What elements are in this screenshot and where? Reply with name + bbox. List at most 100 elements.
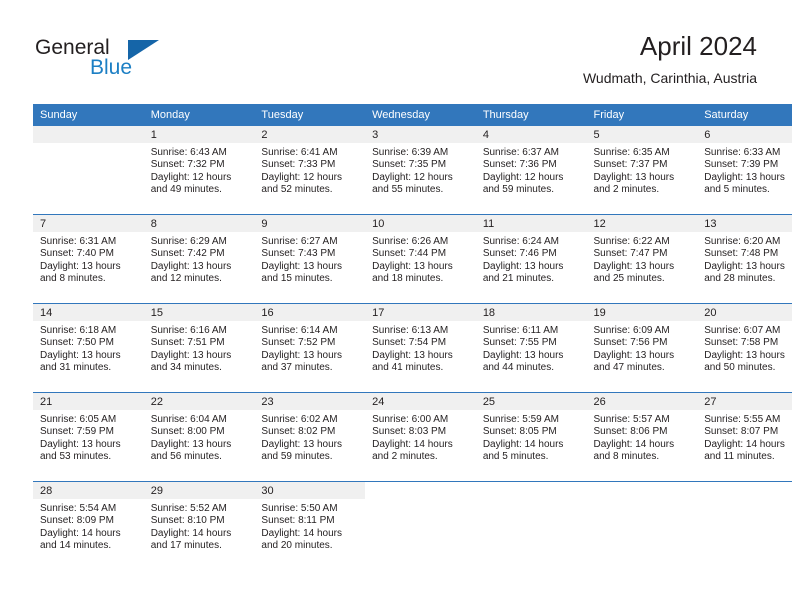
detail-sunrise: Sunrise: 5:52 AM [150,503,227,514]
calendar-cell-day[interactable]: 27 Sunrise: 5:55 AM Sunset: 8:07 PM Dayligh… [697,392,792,482]
calendar-cell-day[interactable]: 6 Sunrise: 6:33 AM Sunset: 7:39 PM Daylight… [697,126,792,215]
weekday-header-wednesday: Wednesday [365,104,476,126]
day-details: Sunrise: 6:11 AM Sunset: 7:55 PM Daylight:… [476,321,587,374]
calendar-cell-day[interactable]: 25 Sunrise: 5:59 AM Sunset: 8:05 PM Dayligh… [475,392,587,482]
detail-sunset: Sunset: 8:00 PM [150,426,225,438]
day-details: Sunrise: 6:02 AM Sunset: 8:02 PM Daylight:… [254,410,365,463]
calendar-cell-day[interactable]: 30 Sunrise: 5:50 AM Sunset: 8:11 PM Dayligh… [254,481,366,570]
title-block: April 2024 Wudmath, Carinthia, Austria [583,30,757,86]
detail-sunset: Sunset: 7:33 PM [261,159,336,171]
calendar-cell-day[interactable]: 1 Sunrise: 6:43 AM Sunset: 7:32 PM Daylight… [143,126,255,215]
calendar-cell-day[interactable]: 20 Sunrise: 6:07 AM Sunset: 7:58 PM Dayligh… [697,303,792,393]
calendar-cell-day[interactable]: 18 Sunrise: 6:11 AM Sunset: 7:55 PM Dayligh… [475,303,587,393]
day-details: Sunrise: 5:57 AM Sunset: 8:06 PM Daylight:… [587,410,698,463]
day-details: Sunrise: 6:05 AM Sunset: 7:59 PM Daylight:… [33,410,144,463]
day-number: 6 [697,126,792,143]
calendar-cell-day[interactable]: 19 Sunrise: 6:09 AM Sunset: 7:56 PM Dayligh… [586,303,698,393]
detail-sunrise: Sunrise: 6:04 AM [150,414,227,425]
calendar-cell-day[interactable]: 21 Sunrise: 6:05 AM Sunset: 7:59 PM Dayligh… [33,392,144,482]
detail-sunrise: Sunrise: 6:31 AM [40,236,117,247]
weekday-header-tuesday: Tuesday [254,104,366,126]
day-details: Sunrise: 6:16 AM Sunset: 7:51 PM Daylight:… [144,321,255,374]
day-number: 24 [365,393,476,410]
calendar-cell-day[interactable]: 3 Sunrise: 6:39 AM Sunset: 7:35 PM Daylight… [365,126,476,215]
calendar-week-row: 1 Sunrise: 6:43 AM Sunset: 7:32 PM Daylight… [33,126,792,215]
detail-daylight1: Daylight: 14 hours [261,527,343,539]
detail-sunset: Sunset: 7:58 PM [704,337,779,349]
day-number: 26 [586,393,698,410]
detail-daylight2: and 8 minutes. [40,272,106,284]
calendar-cell-day[interactable]: 29 Sunrise: 5:52 AM Sunset: 8:10 PM Dayligh… [143,481,255,570]
detail-sunrise: Sunrise: 6:20 AM [704,236,781,247]
detail-daylight1: Daylight: 14 hours [593,438,675,450]
detail-daylight1: Daylight: 14 hours [482,438,564,450]
day-details: Sunrise: 6:35 AM Sunset: 7:37 PM Daylight:… [587,143,698,196]
detail-daylight2: and 8 minutes. [593,450,660,462]
calendar-cell-day[interactable]: 2 Sunrise: 6:41 AM Sunset: 7:33 PM Daylight… [254,126,366,215]
day-number: 30 [254,482,366,499]
detail-sunrise: Sunrise: 6:14 AM [261,325,338,336]
detail-sunset: Sunset: 8:11 PM [261,515,335,527]
calendar-cell-day[interactable]: 10 Sunrise: 6:26 AM Sunset: 7:44 PM Dayligh… [365,214,476,304]
day-number [587,482,698,499]
calendar-cell-day[interactable]: 23 Sunrise: 6:02 AM Sunset: 8:02 PM Dayligh… [254,392,366,482]
detail-sunrise: Sunrise: 5:54 AM [40,503,117,514]
calendar-cell-day[interactable]: 11 Sunrise: 6:24 AM Sunset: 7:46 PM Dayligh… [475,214,587,304]
detail-daylight2: and 12 minutes. [150,272,222,284]
detail-sunrise: Sunrise: 6:37 AM [482,147,559,158]
calendar-cell-day[interactable]: 14 Sunrise: 6:18 AM Sunset: 7:50 PM Dayligh… [33,303,144,393]
detail-daylight2: and 49 minutes. [150,183,222,195]
detail-daylight1: Daylight: 13 hours [261,438,343,450]
calendar-cell-day[interactable]: 16 Sunrise: 6:14 AM Sunset: 7:52 PM Dayligh… [254,303,366,393]
calendar-cell-day[interactable]: 15 Sunrise: 6:16 AM Sunset: 7:51 PM Dayligh… [143,303,255,393]
detail-sunrise: Sunrise: 6:33 AM [704,147,781,158]
calendar-cell-day[interactable]: 8 Sunrise: 6:29 AM Sunset: 7:42 PM Daylight… [143,214,255,304]
detail-sunrise: Sunrise: 6:02 AM [261,414,338,425]
detail-sunset: Sunset: 8:05 PM [482,426,557,438]
day-number: 7 [33,215,144,232]
day-details: Sunrise: 6:27 AM Sunset: 7:43 PM Daylight:… [254,232,365,285]
detail-daylight1: Daylight: 13 hours [40,438,121,450]
calendar-cell-day[interactable]: 9 Sunrise: 6:27 AM Sunset: 7:43 PM Daylight… [254,214,366,304]
detail-sunset: Sunset: 7:56 PM [593,337,668,349]
calendar-cell-day[interactable]: 17 Sunrise: 6:13 AM Sunset: 7:54 PM Dayligh… [365,303,476,393]
calendar-cell-day[interactable]: 5 Sunrise: 6:35 AM Sunset: 7:37 PM Daylight… [586,126,698,215]
detail-daylight2: and 11 minutes. [704,450,775,462]
detail-sunset: Sunset: 8:06 PM [593,426,668,438]
detail-sunset: Sunset: 7:39 PM [704,159,779,171]
detail-sunset: Sunset: 7:44 PM [372,248,447,260]
general-blue-logo[interactable]: General Blue [35,36,165,86]
calendar-cell-day[interactable]: 26 Sunrise: 5:57 AM Sunset: 8:06 PM Dayligh… [586,392,698,482]
calendar-week-row: 7 Sunrise: 6:31 AM Sunset: 7:40 PM Daylight… [33,214,792,304]
day-details: Sunrise: 6:22 AM Sunset: 7:47 PM Daylight:… [587,232,698,285]
detail-daylight2: and 47 minutes. [593,361,665,373]
day-details: Sunrise: 5:54 AM Sunset: 8:09 PM Daylight:… [33,499,144,552]
detail-sunrise: Sunrise: 6:09 AM [593,325,670,336]
calendar-cell-day[interactable]: 7 Sunrise: 6:31 AM Sunset: 7:40 PM Daylight… [33,214,144,304]
detail-sunrise: Sunrise: 6:26 AM [372,236,449,247]
day-number: 25 [475,393,587,410]
detail-sunrise: Sunrise: 6:16 AM [150,325,227,336]
detail-daylight2: and 25 minutes. [593,272,665,284]
calendar-cell-day[interactable]: 28 Sunrise: 5:54 AM Sunset: 8:09 PM Dayligh… [33,481,144,570]
calendar-cell-day[interactable]: 4 Sunrise: 6:37 AM Sunset: 7:36 PM Daylight… [475,126,587,215]
day-number [33,126,144,143]
calendar-table: Sunday Monday Tuesday Wednesday Thursday… [33,104,792,570]
detail-sunrise: Sunrise: 6:41 AM [261,147,338,158]
day-number: 17 [365,304,476,321]
calendar-cell-empty [586,481,698,570]
day-number: 1 [143,126,255,143]
calendar-cell-day[interactable]: 12 Sunrise: 6:22 AM Sunset: 7:47 PM Dayligh… [586,214,698,304]
calendar-grid: Sunday Monday Tuesday Wednesday Thursday… [33,104,792,570]
day-details: Sunrise: 6:13 AM Sunset: 7:54 PM Daylight:… [365,321,476,374]
calendar-cell-day[interactable]: 24 Sunrise: 6:00 AM Sunset: 8:03 PM Dayligh… [365,392,476,482]
page-title: April 2024 [639,31,757,61]
detail-sunset: Sunset: 7:32 PM [150,159,225,171]
detail-sunrise: Sunrise: 6:43 AM [150,147,227,158]
day-number: 20 [697,304,792,321]
calendar-cell-day[interactable]: 22 Sunrise: 6:04 AM Sunset: 8:00 PM Dayligh… [143,392,255,482]
detail-sunset: Sunset: 7:43 PM [261,248,336,260]
detail-sunset: Sunset: 7:40 PM [40,248,114,260]
day-number: 28 [33,482,144,499]
calendar-cell-day[interactable]: 13 Sunrise: 6:20 AM Sunset: 7:48 PM Dayligh… [697,214,792,304]
